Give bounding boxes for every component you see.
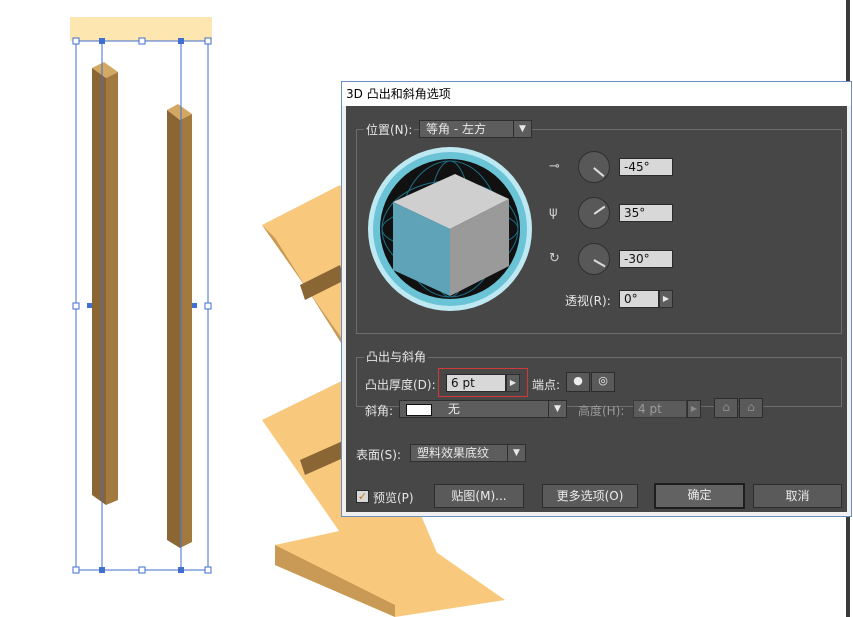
bevel-label: 斜角: bbox=[365, 404, 394, 418]
plank-right bbox=[167, 104, 192, 548]
plank-left bbox=[92, 62, 118, 505]
rotate-z-dial[interactable] bbox=[578, 243, 610, 275]
rotate-x-icon: ⊸ bbox=[549, 159, 560, 174]
map-button[interactable]: 贴图(M)... bbox=[434, 484, 524, 508]
surface-dropdown[interactable]: 塑料效果底纹 ▼ bbox=[410, 444, 526, 462]
preview-checkbox[interactable]: ✓ bbox=[356, 490, 369, 503]
bevel-dropdown-value: 无 bbox=[447, 402, 460, 416]
dialog-title[interactable]: 3D 凸出和斜角选项 bbox=[342, 82, 851, 106]
bevel-height-input[interactable]: 4 pt bbox=[633, 400, 687, 418]
perspective-label: 透视(R): bbox=[565, 294, 611, 308]
extrude-depth-label: 凸出厚度(D): bbox=[365, 378, 436, 392]
dialog-client: 位置(N): 等角 - 左方 ▼ ⊸ -45° ψ 35° ↻ -30° 透视(… bbox=[346, 106, 847, 512]
rotate-z-icon: ↻ bbox=[549, 251, 560, 266]
cap-off-button[interactable]: ◎ bbox=[591, 372, 615, 392]
rotate-z-input[interactable]: -30° bbox=[619, 250, 673, 268]
rotate-x-dial[interactable] bbox=[578, 151, 610, 183]
surface-label: 表面(S): bbox=[356, 448, 402, 462]
bevel-swatch bbox=[406, 403, 432, 416]
position-dropdown[interactable]: 等角 - 左方 ▼ bbox=[419, 120, 532, 138]
bevel-out-button[interactable]: ⌂ bbox=[714, 398, 738, 418]
ok-button[interactable]: 确定 bbox=[654, 483, 745, 509]
bevel-height-label: 高度(H): bbox=[578, 404, 625, 418]
extrude-depth-highlight bbox=[438, 368, 528, 397]
color-strip bbox=[70, 17, 212, 41]
cap-label: 端点: bbox=[532, 378, 561, 392]
extrude-group-label: 凸出与斜角 bbox=[364, 348, 429, 365]
perspective-arrow-icon[interactable]: ▶ bbox=[659, 290, 673, 308]
rotation-track-cube[interactable] bbox=[365, 144, 535, 314]
preview-label: 预览(P) bbox=[373, 491, 414, 505]
surface-dropdown-value: 塑料效果底纹 bbox=[417, 446, 490, 460]
bevel-in-button[interactable]: ⌂ bbox=[739, 398, 763, 418]
position-label: 位置(N): bbox=[364, 121, 415, 138]
more-options-button[interactable]: 更多选项(O) bbox=[542, 484, 638, 508]
rotate-y-input[interactable]: 35° bbox=[619, 204, 673, 222]
perspective-input[interactable]: 0° bbox=[619, 290, 659, 308]
bevel-height-arrow-icon[interactable]: ▶ bbox=[687, 400, 701, 418]
rotate-y-icon: ψ bbox=[549, 205, 558, 220]
position-dropdown-value: 等角 - 左方 bbox=[426, 122, 486, 136]
chevron-down-icon: ▼ bbox=[548, 401, 566, 417]
rotate-y-dial[interactable] bbox=[578, 197, 610, 229]
bevel-dropdown[interactable]: 无 ▼ bbox=[399, 400, 567, 418]
cap-on-button[interactable]: ● bbox=[566, 372, 590, 392]
rotate-x-input[interactable]: -45° bbox=[619, 158, 673, 176]
cancel-button[interactable]: 取消 bbox=[753, 484, 842, 508]
chevron-down-icon: ▼ bbox=[507, 445, 525, 461]
3d-extrude-dialog: 3D 凸出和斜角选项 位置(N): 等角 - 左方 ▼ ⊸ -45° ψ 35°… bbox=[341, 81, 852, 517]
chevron-down-icon: ▼ bbox=[513, 121, 531, 137]
